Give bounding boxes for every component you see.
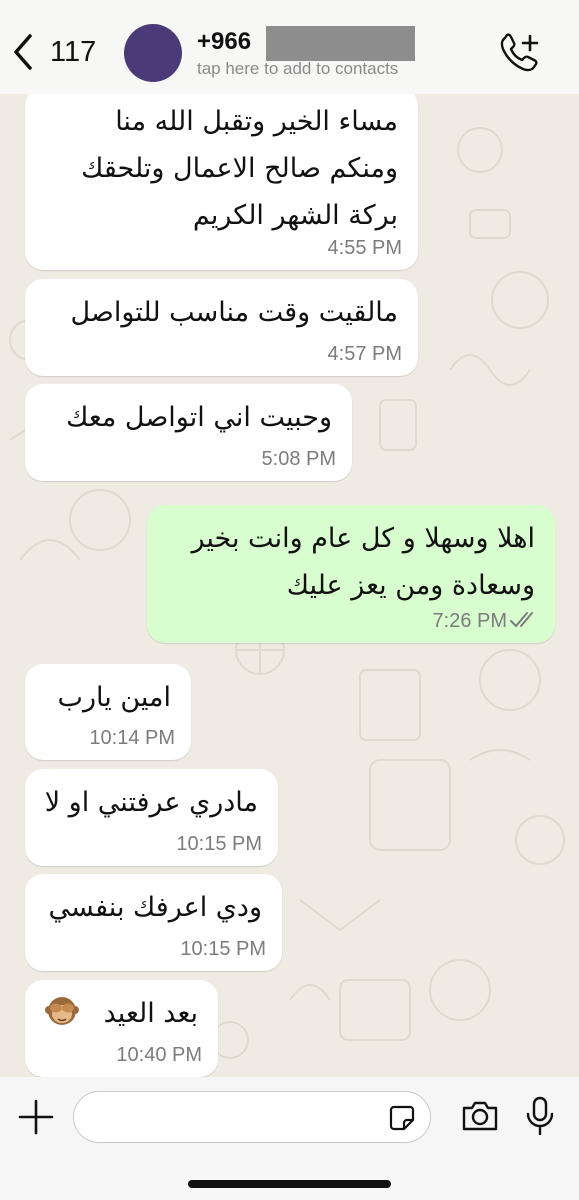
message-bubble[interactable]: ودي اعرفك بنفسي 10:15 PM [25,874,282,971]
message-text: اهلا وسهلا و كل عام وانت بخير وسعادة ومن… [191,523,535,601]
message-text: امين يارب [57,682,171,713]
message-time: 10:40 PM [116,1044,202,1066]
home-indicator [188,1180,391,1188]
message-bubble[interactable]: امين يارب 10:14 PM [25,664,191,760]
message-time: 10:14 PM [89,727,175,749]
back-button[interactable]: 117 [10,30,100,74]
message-time: 5:08 PM [261,448,336,470]
message-time: 10:15 PM [180,938,266,960]
avatar[interactable] [124,24,182,82]
unread-count: 117 [50,35,97,68]
message-time: 4:55 PM [327,237,402,259]
contact-subtitle[interactable]: tap here to add to contacts [197,59,398,79]
message-bubble[interactable]: بعد العيد 10:40 PM [25,980,218,1077]
message-bubble[interactable]: مالقيت وقت مناسب للتواصل 4:57 PM [25,279,418,376]
message-text: ودي اعرفك بنفسي [48,892,262,923]
message-text: وحبيت اني اتواصل معك [66,402,332,433]
message-time: 10:15 PM [176,833,262,855]
double-check-icon [510,612,533,628]
chat-header: 117 +966 tap here to add to contacts [0,0,579,94]
message-text: مساء الخير وتقبل الله منا ومنكم صالح الا… [81,106,398,231]
message-input[interactable] [92,1102,386,1134]
message-bubble[interactable]: مساء الخير وتقبل الله منا ومنكم صالح الا… [25,88,418,270]
camera-icon[interactable] [460,1097,500,1135]
sticker-icon[interactable] [388,1104,416,1132]
message-input-container [73,1091,431,1143]
message-bubble-outgoing[interactable]: اهلا وسهلا و كل عام وانت بخير وسعادة ومن… [147,505,555,643]
message-text: بعد العيد [103,998,198,1029]
message-bubble[interactable]: وحبيت اني اتواصل معك 5:08 PM [25,384,352,481]
phone-add-icon[interactable] [497,32,541,74]
microphone-icon[interactable] [525,1095,555,1137]
redacted-number [266,26,415,61]
message-time: 4:57 PM [327,343,402,365]
plus-icon[interactable] [16,1097,56,1137]
message-text: مالقيت وقت مناسب للتواصل [70,297,398,328]
contact-name[interactable]: +966 [197,28,251,56]
chevron-left-icon [14,34,32,70]
see-no-evil-monkey-icon [45,997,79,1025]
message-text: مادري عرفتني او لا [44,787,258,818]
message-time: 7:26 PM [432,610,507,632]
message-bubble[interactable]: مادري عرفتني او لا 10:15 PM [25,769,278,866]
